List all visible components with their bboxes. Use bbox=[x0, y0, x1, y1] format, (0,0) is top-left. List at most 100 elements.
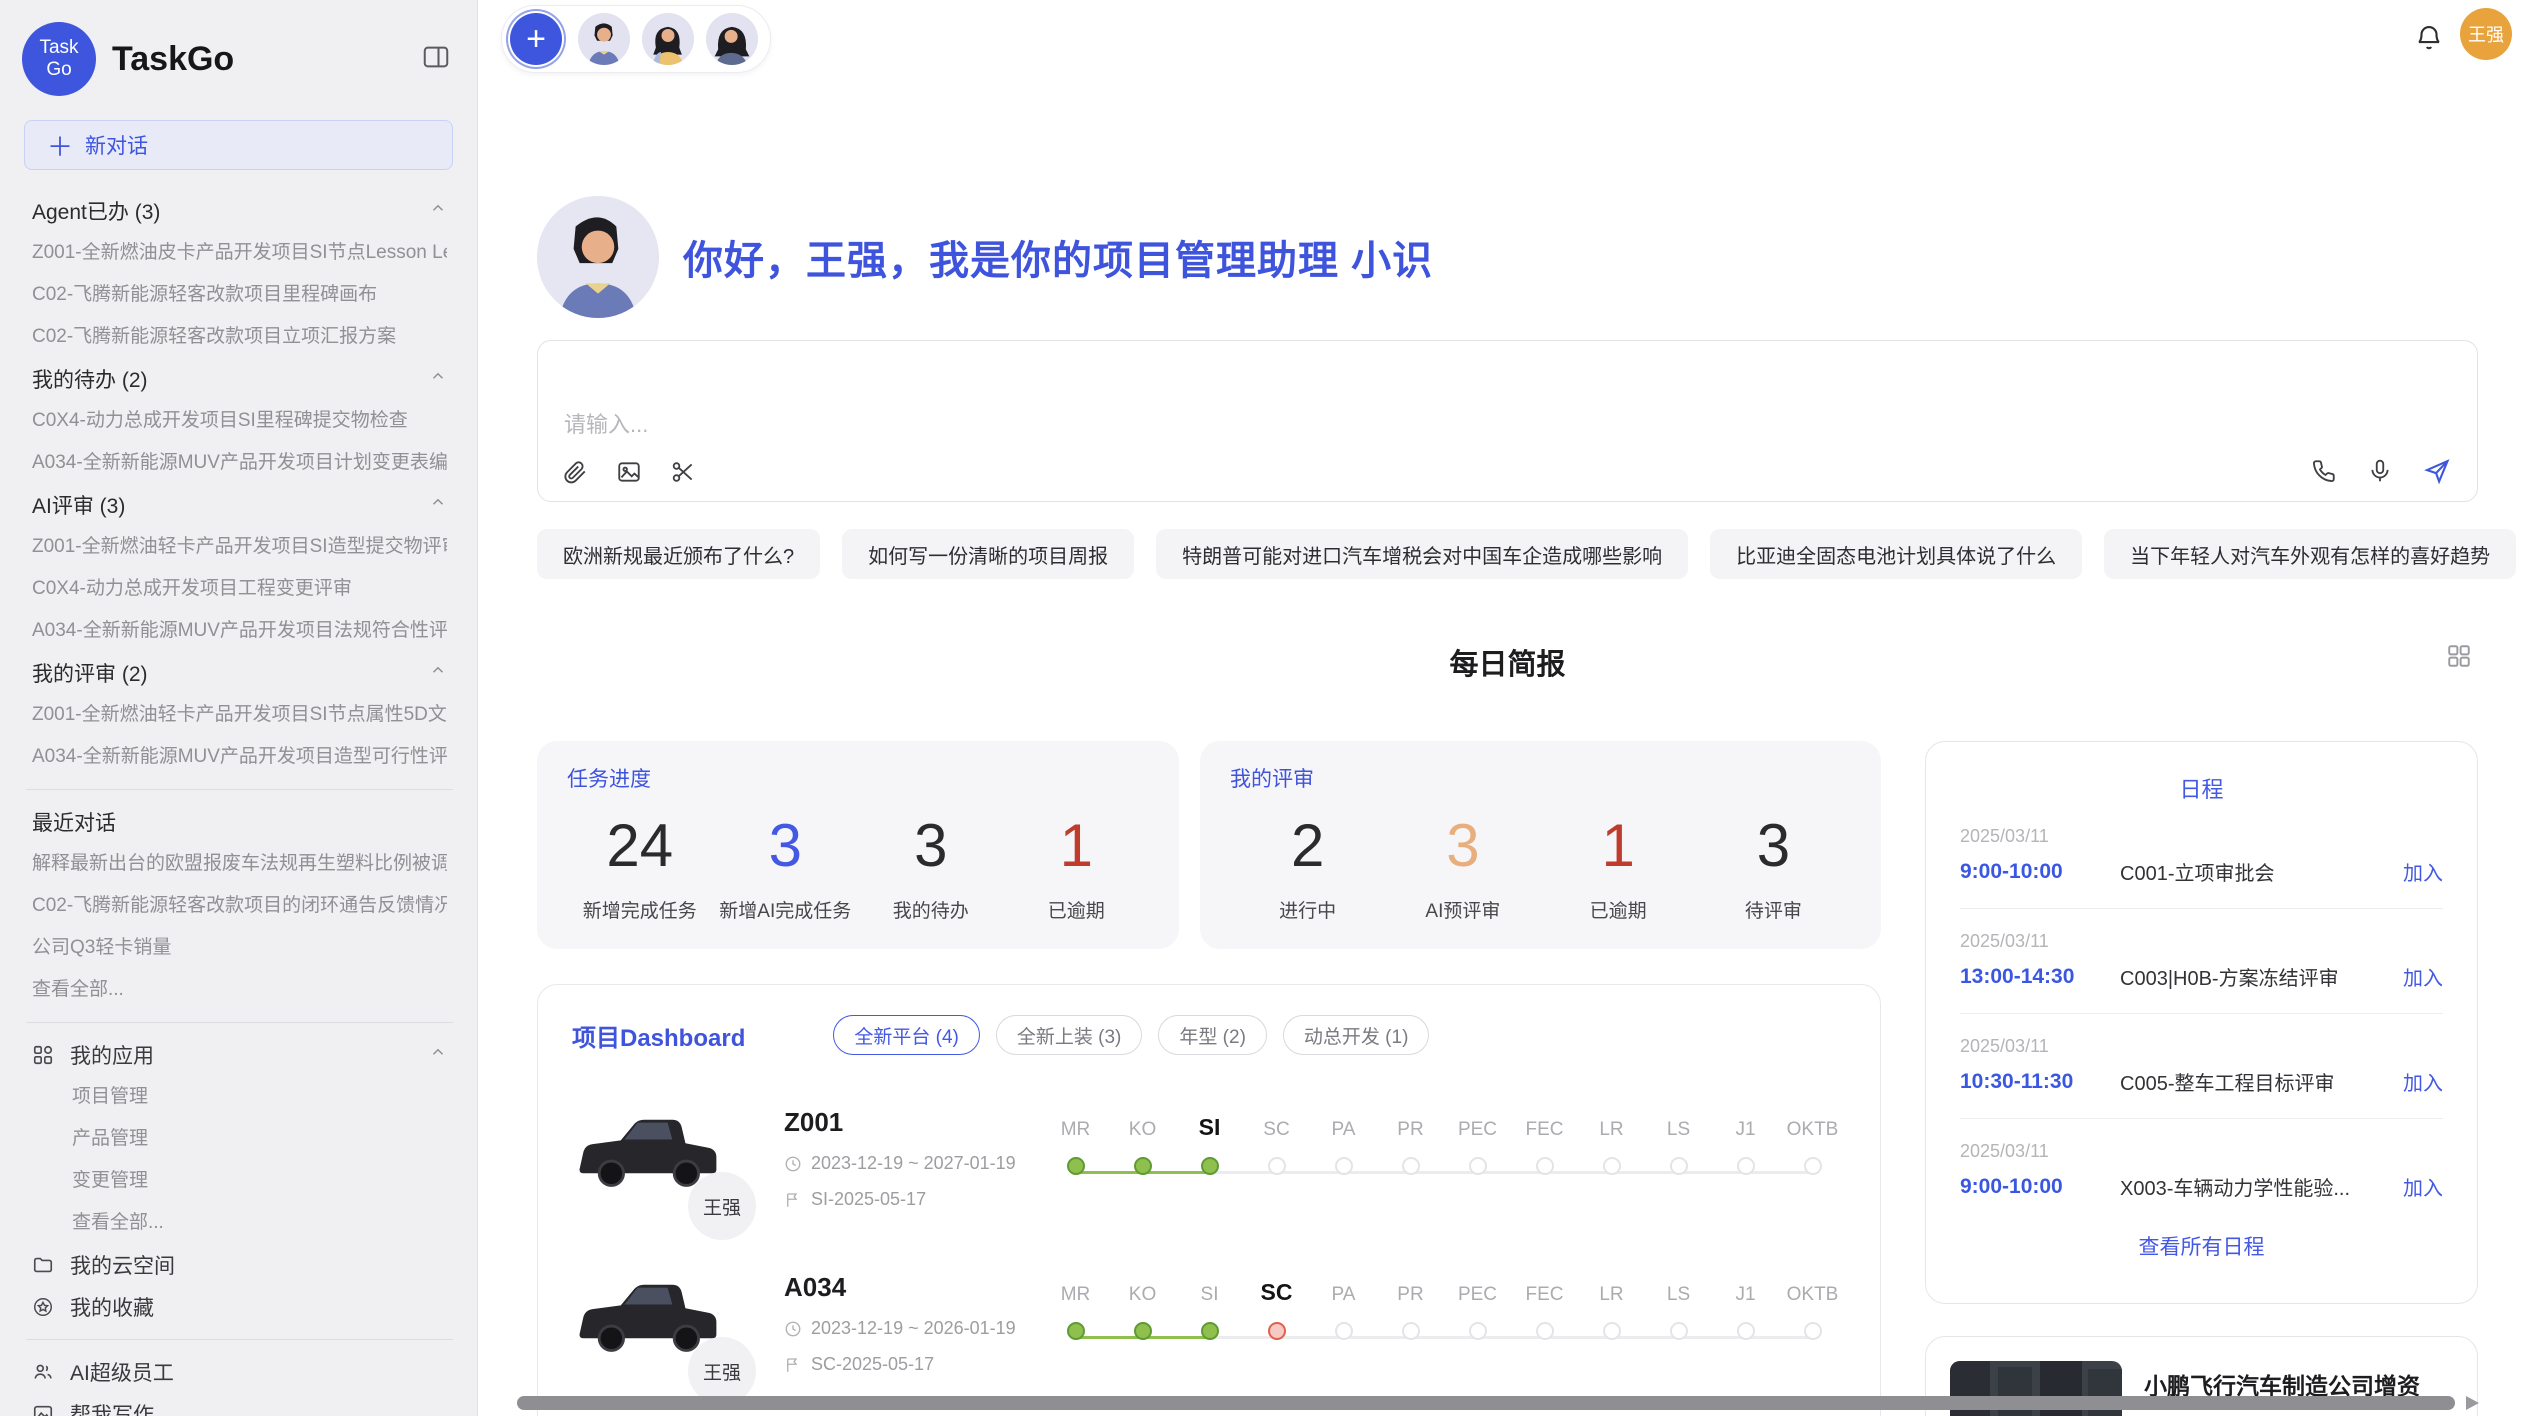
stat-value: 3 bbox=[1385, 811, 1540, 880]
list-item[interactable]: C02-飞腾新能源轻客改款项目里程碑画布 bbox=[32, 274, 447, 316]
view-all-schedule-link[interactable]: 查看所有日程 bbox=[1960, 1231, 2443, 1261]
schedule-item: 2025/03/11 13:00-14:30 C003|H0B-方案冻结评审 加… bbox=[1960, 908, 2443, 991]
filter-tab[interactable]: 年型 (2) bbox=[1158, 1015, 1267, 1055]
milestone: SC bbox=[1243, 1274, 1310, 1340]
scissors-icon[interactable] bbox=[670, 459, 696, 485]
list-item[interactable]: C02-飞腾新能源轻客改款项目立项汇报方案 bbox=[32, 316, 447, 358]
suggestion-chip[interactable]: 如何写一份清晰的项目周报 bbox=[842, 529, 1134, 579]
milestone-label: FEC bbox=[1526, 1274, 1564, 1306]
milestone-dot bbox=[1335, 1157, 1353, 1175]
new-chat-button[interactable]: ＋ 新对话 bbox=[24, 120, 453, 170]
chevron-up-icon[interactable] bbox=[429, 1043, 447, 1067]
sidebar-item-ai-employee[interactable]: AI超级员工 bbox=[32, 1351, 447, 1393]
milestone-dot bbox=[1670, 1157, 1688, 1175]
grid-icon bbox=[32, 1044, 54, 1066]
divider bbox=[26, 1339, 453, 1340]
list-item[interactable]: A034-全新新能源MUV产品开发项目法规符合性评审 bbox=[32, 610, 447, 652]
milestone: FEC bbox=[1511, 1274, 1578, 1340]
sidebar-group-my-todo[interactable]: 我的待办 (2) bbox=[32, 358, 447, 400]
milestone: LS bbox=[1645, 1109, 1712, 1175]
user-avatar[interactable]: 王强 bbox=[2460, 8, 2512, 60]
schedule-card: 日程 2025/03/11 9:00-10:00 C001-立项审批会 加入 2… bbox=[1925, 741, 2478, 1304]
milestone-dot bbox=[1536, 1322, 1554, 1340]
greeting-block: 你好，王强，我是你的项目管理助理 小识 bbox=[537, 196, 2478, 318]
chevron-up-icon[interactable] bbox=[429, 199, 447, 223]
list-item[interactable]: C0X4-动力总成开发项目SI里程碑提交物检查 bbox=[32, 400, 447, 442]
owner-badge: 王强 bbox=[688, 1337, 756, 1405]
agent-avatar-2[interactable] bbox=[642, 13, 694, 65]
list-item[interactable]: Z001-全新燃油皮卡产品开发项目SI节点Lesson Learn报告 bbox=[32, 232, 447, 274]
join-link[interactable]: 加入 bbox=[2403, 962, 2443, 991]
chevron-up-icon[interactable] bbox=[429, 367, 447, 391]
milestone-dot bbox=[1469, 1157, 1487, 1175]
sidebar-group-my-review[interactable]: 我的评审 (2) bbox=[32, 652, 447, 694]
filter-tab[interactable]: 全新上装 (3) bbox=[996, 1015, 1143, 1055]
send-icon[interactable] bbox=[2423, 457, 2451, 485]
agent-avatar-1[interactable] bbox=[578, 13, 630, 65]
join-link[interactable]: 加入 bbox=[2403, 1172, 2443, 1201]
filter-tab[interactable]: 动总开发 (1) bbox=[1283, 1015, 1430, 1055]
milestone-label: OKTB bbox=[1787, 1274, 1839, 1306]
list-item[interactable]: Z001-全新燃油轻卡产品开发项目SI造型提交物评审 bbox=[32, 526, 447, 568]
project-row[interactable]: 王强 A034 2023-12-19 ~ 2026-01-19 SC-2025-… bbox=[572, 1272, 1846, 1375]
sidebar-item-change-mgmt[interactable]: 变更管理 bbox=[32, 1160, 447, 1202]
sidebar-group-agent-done[interactable]: Agent已办 (3) bbox=[32, 190, 447, 232]
join-link[interactable]: 加入 bbox=[2403, 1067, 2443, 1096]
agent-avatar-3[interactable] bbox=[706, 13, 758, 65]
flag-icon bbox=[784, 1356, 802, 1374]
owner-badge: 王强 bbox=[688, 1172, 756, 1240]
suggestion-chips: 欧洲新规最近颁布了什么? 如何写一份清晰的项目周报 特朗普可能对进口汽车增税会对… bbox=[537, 529, 2478, 579]
add-agent-button[interactable]: + bbox=[510, 13, 562, 65]
milestone-dot bbox=[1603, 1157, 1621, 1175]
chevron-up-icon[interactable] bbox=[429, 661, 447, 685]
milestone-dot bbox=[1737, 1322, 1755, 1340]
suggestion-chip[interactable]: 比亚迪全固态电池计划具体说了什么 bbox=[1710, 529, 2082, 579]
sidebar-group-ai-review[interactable]: AI评审 (3) bbox=[32, 484, 447, 526]
list-item[interactable]: 解释最新出台的欧盟报废车法规再生塑料比例被调至15%... bbox=[32, 843, 447, 885]
sidebar-item-product-mgmt[interactable]: 产品管理 bbox=[32, 1118, 447, 1160]
filter-tab[interactable]: 全新平台 (4) bbox=[833, 1015, 980, 1055]
list-item[interactable]: 公司Q3轻卡销量 bbox=[32, 927, 447, 969]
milestone-dot bbox=[1134, 1157, 1152, 1175]
cloud-space-label: 我的云空间 bbox=[70, 1250, 175, 1280]
sidebar-item-my-apps[interactable]: 我的应用 bbox=[32, 1034, 447, 1076]
stat-value: 1 bbox=[1004, 811, 1150, 880]
suggestion-chip[interactable]: 特朗普可能对进口汽车增税会对中国车企造成哪些影响 bbox=[1156, 529, 1688, 579]
notification-bell-icon[interactable] bbox=[2414, 22, 2444, 57]
project-row[interactable]: 王强 Z001 2023-12-19 ~ 2027-01-19 SI-2025-… bbox=[572, 1107, 1846, 1210]
list-item[interactable]: Z001-全新燃油轻卡产品开发项目SI节点属性5D文件评审 bbox=[32, 694, 447, 736]
suggestion-chip[interactable]: 当下年轻人对汽车外观有怎样的喜好趋势 bbox=[2104, 529, 2516, 579]
layout-grid-icon[interactable] bbox=[2446, 643, 2472, 674]
milestone-label: SC bbox=[1261, 1274, 1293, 1306]
view-all-recent[interactable]: 查看全部... bbox=[32, 969, 447, 1011]
new-chat-label: 新对话 bbox=[85, 130, 148, 160]
list-item[interactable]: A034-全新新能源MUV产品开发项目计划变更表编写 bbox=[32, 442, 447, 484]
collapse-sidebar-icon[interactable] bbox=[421, 42, 451, 77]
microphone-icon[interactable] bbox=[2367, 458, 2393, 484]
project-name: Z001 bbox=[784, 1107, 1032, 1138]
phone-call-icon[interactable] bbox=[2311, 458, 2337, 484]
attachment-icon[interactable] bbox=[562, 459, 588, 485]
join-link[interactable]: 加入 bbox=[2403, 857, 2443, 886]
help-write-label: 帮我写作 bbox=[70, 1399, 154, 1416]
horizontal-scrollbar[interactable] bbox=[517, 1396, 2455, 1410]
sidebar-item-project-mgmt[interactable]: 项目管理 bbox=[32, 1076, 447, 1118]
sidebar-item-favorites[interactable]: 我的收藏 bbox=[32, 1286, 447, 1328]
photo-icon bbox=[32, 1403, 54, 1416]
milestone-dot bbox=[1201, 1157, 1219, 1175]
list-item[interactable]: C02-飞腾新能源轻客改款项目的闭环通告反馈情况 bbox=[32, 885, 447, 927]
chevron-up-icon[interactable] bbox=[429, 493, 447, 517]
scroll-right-arrow[interactable] bbox=[2466, 1396, 2479, 1410]
image-upload-icon[interactable] bbox=[616, 459, 642, 485]
list-item[interactable]: A034-全新新能源MUV产品开发项目造型可行性评审 bbox=[32, 736, 447, 778]
sidebar-item-help-write[interactable]: 帮我写作 bbox=[32, 1393, 447, 1416]
schedule-date: 2025/03/11 bbox=[1960, 931, 2443, 952]
schedule-time: 9:00-10:00 bbox=[1960, 860, 2120, 884]
sidebar-item-cloud-space[interactable]: 我的云空间 bbox=[32, 1244, 447, 1286]
milestone-dot bbox=[1268, 1157, 1286, 1175]
view-all-apps[interactable]: 查看全部... bbox=[32, 1202, 447, 1244]
chat-input[interactable]: 请输入... bbox=[537, 340, 2478, 502]
my-apps-label: 我的应用 bbox=[70, 1040, 154, 1070]
suggestion-chip[interactable]: 欧洲新规最近颁布了什么? bbox=[537, 529, 820, 579]
list-item[interactable]: C0X4-动力总成开发项目工程变更评审 bbox=[32, 568, 447, 610]
